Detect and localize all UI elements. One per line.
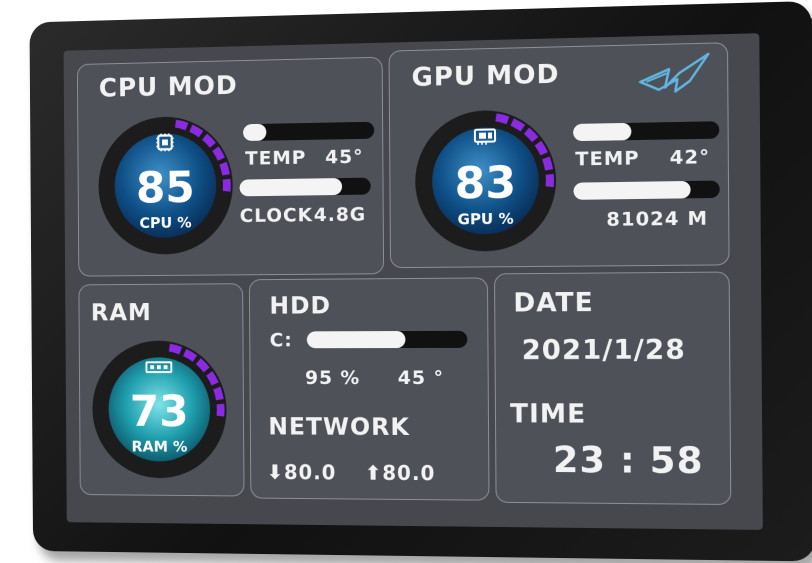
cpu-temp-value: 45°: [325, 145, 364, 169]
network-upload: ⬆80.0: [365, 461, 436, 485]
arrow-up-icon: ⬆: [364, 460, 383, 485]
gpu-usage-unit: GPU %: [458, 210, 514, 228]
hdd-drive-label: C:: [269, 329, 293, 352]
status-screen: CPU MOD 85 CPU % TEMP 45° CLOCK 4.8G GPU…: [63, 33, 763, 530]
ram-gauge: 73 RAM %: [92, 336, 232, 479]
gauge-segment: [538, 143, 544, 154]
cpu-temp-bar: [242, 121, 375, 142]
cpu-panel: CPU MOD 85 CPU % TEMP 45° CLOCK 4.8G: [76, 56, 385, 277]
gauge-segment: [223, 163, 226, 175]
arrow-down-icon: ⬇: [266, 460, 285, 484]
gauge-segment: [176, 123, 187, 126]
gpu-title: GPU MOD: [411, 59, 560, 93]
chip-icon: [156, 133, 173, 151]
network-download: ⬇80.0: [267, 460, 337, 484]
gpu-memory-value: 81024 M: [606, 207, 709, 231]
date-time-panel: DATE 2021/1/28 TIME 23 : 58: [493, 271, 732, 505]
cpu-clock-value: 4.8G: [313, 203, 367, 227]
date-value: 2021/1/28: [521, 334, 686, 366]
ram-panel: RAM 73 RAM %: [78, 283, 245, 497]
gauge-segment: [496, 117, 508, 121]
ram-usage-unit: RAM %: [132, 438, 188, 455]
network-title: NETWORK: [268, 412, 410, 441]
hdd-network-panel: HDD C: 95 % 45 ° NETWORK ⬇80.0 ⬆80.0: [248, 277, 490, 501]
ram-title: RAM: [90, 298, 152, 327]
cpu-gauge: 85 CPU %: [98, 111, 238, 255]
gpu-temp-label: TEMP: [575, 147, 640, 171]
gauge-segment: [169, 348, 180, 351]
network-upload-value: 80.0: [382, 460, 436, 486]
gauge-segment: [209, 373, 215, 384]
hdd-temp-value: 45 °: [397, 366, 445, 390]
cpu-title: CPU MOD: [98, 71, 238, 104]
cpu-temp-label: TEMP: [245, 146, 307, 170]
gpu-memory-bar: [573, 180, 720, 200]
gauge-segment: [217, 388, 220, 400]
monitor-device: CPU MOD 85 CPU % TEMP 45° CLOCK 4.8G GPU…: [29, 0, 812, 562]
time-title: TIME: [509, 399, 587, 430]
rog-logo: [638, 50, 711, 96]
hdd-usage-value: 95 %: [305, 367, 361, 389]
cpu-clock-bar: [239, 177, 371, 197]
hdd-title: HDD: [269, 291, 332, 320]
gpu-temp-bar: [572, 121, 720, 142]
gpu-usage-value: 83: [454, 158, 516, 210]
network-download-value: 80.0: [283, 460, 337, 485]
gpu-panel: GPU MOD 83 GPU % TEMP 42° 81024 M: [388, 42, 730, 269]
cpu-usage-value: 85: [136, 163, 195, 214]
gpu-gauge: 83 GPU %: [414, 104, 562, 252]
hdd-usage-bar: [306, 330, 468, 349]
cpu-usage-unit: CPU %: [139, 214, 191, 232]
cpu-clock-label: CLOCK: [239, 204, 314, 227]
time-value: 23 : 58: [552, 439, 704, 483]
gauge-segment: [215, 149, 221, 160]
gauge-segment: [546, 158, 549, 170]
ram-usage-value: 73: [130, 387, 189, 437]
gpu-temp-value: 42°: [669, 145, 711, 170]
date-title: DATE: [513, 287, 594, 319]
